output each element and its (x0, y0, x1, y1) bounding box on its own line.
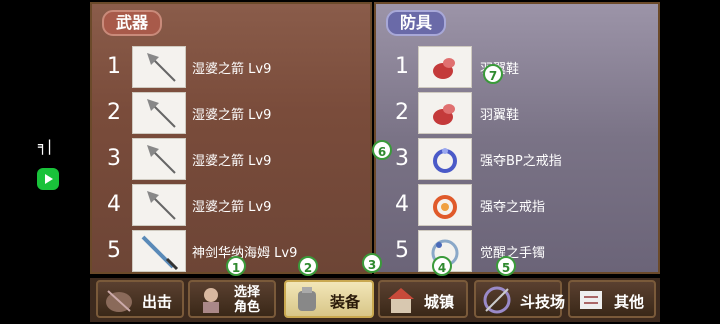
select-character-label: 选择 角色 (234, 285, 261, 315)
armor-slot-number: 3 (395, 146, 409, 171)
equipment-label: 装备 (330, 293, 361, 311)
town-label: 城镇 (424, 293, 455, 311)
marker-4: 4 (432, 256, 452, 276)
marker-7: 7 (483, 64, 503, 84)
app-launcher-icon[interactable] (37, 168, 59, 190)
weapon-name: 湿婆之箭 Lv9 (192, 108, 272, 123)
winged-boots-icon (418, 46, 472, 88)
other-button[interactable]: 其他 (568, 280, 656, 318)
marker-3: 3 (362, 253, 382, 273)
armor-row-2[interactable]: 2 羽翼鞋 (376, 92, 658, 136)
select-character-button[interactable]: 选择 角色 (188, 280, 276, 318)
weapon-slot-number: 4 (107, 192, 121, 217)
armor-title: 防具 (386, 10, 447, 36)
sortie-button[interactable]: 出击 (96, 280, 184, 318)
system-sidebar: ╕| (0, 0, 90, 324)
marker-6: 6 (372, 140, 392, 160)
sortie-icon (106, 290, 132, 312)
armor-name: 羽翼鞋 (480, 108, 520, 123)
arena-button[interactable]: 斗技场 (474, 280, 566, 318)
arrow-icon (132, 46, 186, 88)
weapon-name: 湿婆之箭 Lv9 (192, 200, 272, 215)
arrow-icon (132, 138, 186, 180)
armor-row-3[interactable]: 3 强夺BP之戒指 (376, 138, 658, 182)
weapon-row-2[interactable]: 2 湿婆之箭 Lv9 (92, 92, 370, 136)
bottom-nav: 出击 选择 角色 装备 城镇 斗技场 其他 (90, 278, 660, 322)
weapons-title: 武器 (102, 10, 163, 36)
sortie-label: 出击 (142, 293, 173, 311)
weapon-row-3[interactable]: 3 湿婆之箭 Lv9 (92, 138, 370, 182)
other-icon (580, 291, 602, 309)
sword-icon (132, 230, 186, 272)
weapon-name: 湿婆之箭 Lv9 (192, 154, 272, 169)
marker-1: 1 (226, 256, 246, 276)
arrow-icon (132, 92, 186, 134)
arena-label: 斗技场 (520, 293, 566, 311)
arena-icon (483, 286, 511, 314)
weapon-slot-number: 5 (107, 238, 121, 263)
sidebar-glyph: ╕| (38, 137, 53, 155)
armor-slot-number: 1 (395, 54, 409, 79)
armor-slot-number: 2 (395, 100, 409, 125)
armor-name: 强夺BP之戒指 (480, 154, 562, 169)
other-label: 其他 (614, 293, 645, 311)
equipment-button[interactable]: 装备 (284, 280, 374, 318)
right-margin (660, 0, 720, 324)
armor-slot-number: 5 (395, 238, 409, 263)
arrow-icon (132, 184, 186, 226)
weapon-slot-number: 3 (107, 146, 121, 171)
weapon-slot-number: 2 (107, 100, 121, 125)
ring-icon (418, 184, 472, 226)
armor-row-5[interactable]: 5 觉醒之手镯 (376, 230, 658, 274)
armor-name: 强夺之戒指 (480, 200, 546, 215)
weapon-slot-number: 1 (107, 54, 121, 79)
weapon-name: 湿婆之箭 Lv9 (192, 62, 272, 77)
armor-icon (298, 287, 316, 311)
armor-slot-number: 4 (395, 192, 409, 217)
armor-row-4[interactable]: 4 强夺之戒指 (376, 184, 658, 228)
weapons-panel: 武器 1 湿婆之箭 Lv9 2 湿婆之箭 Lv9 3 湿婆之箭 Lv9 4 湿婆… (90, 2, 372, 274)
weapon-row-4[interactable]: 4 湿婆之箭 Lv9 (92, 184, 370, 228)
armor-row-1[interactable]: 1 羽翼鞋 (376, 46, 658, 90)
character-icon (203, 288, 219, 313)
ring-icon (418, 138, 472, 180)
weapon-row-1[interactable]: 1 湿婆之箭 Lv9 (92, 46, 370, 90)
marker-2: 2 (298, 256, 318, 276)
town-icon (388, 288, 414, 313)
marker-5: 5 (496, 256, 516, 276)
winged-boots-icon (418, 92, 472, 134)
town-button[interactable]: 城镇 (378, 280, 468, 318)
armor-panel: 防具 1 羽翼鞋 2 羽翼鞋 3 强夺BP之戒指 4 强夺之戒指 5 觉醒之手镯 (374, 2, 660, 274)
weapon-name: 神剑华纳海姆 Lv9 (192, 246, 298, 261)
